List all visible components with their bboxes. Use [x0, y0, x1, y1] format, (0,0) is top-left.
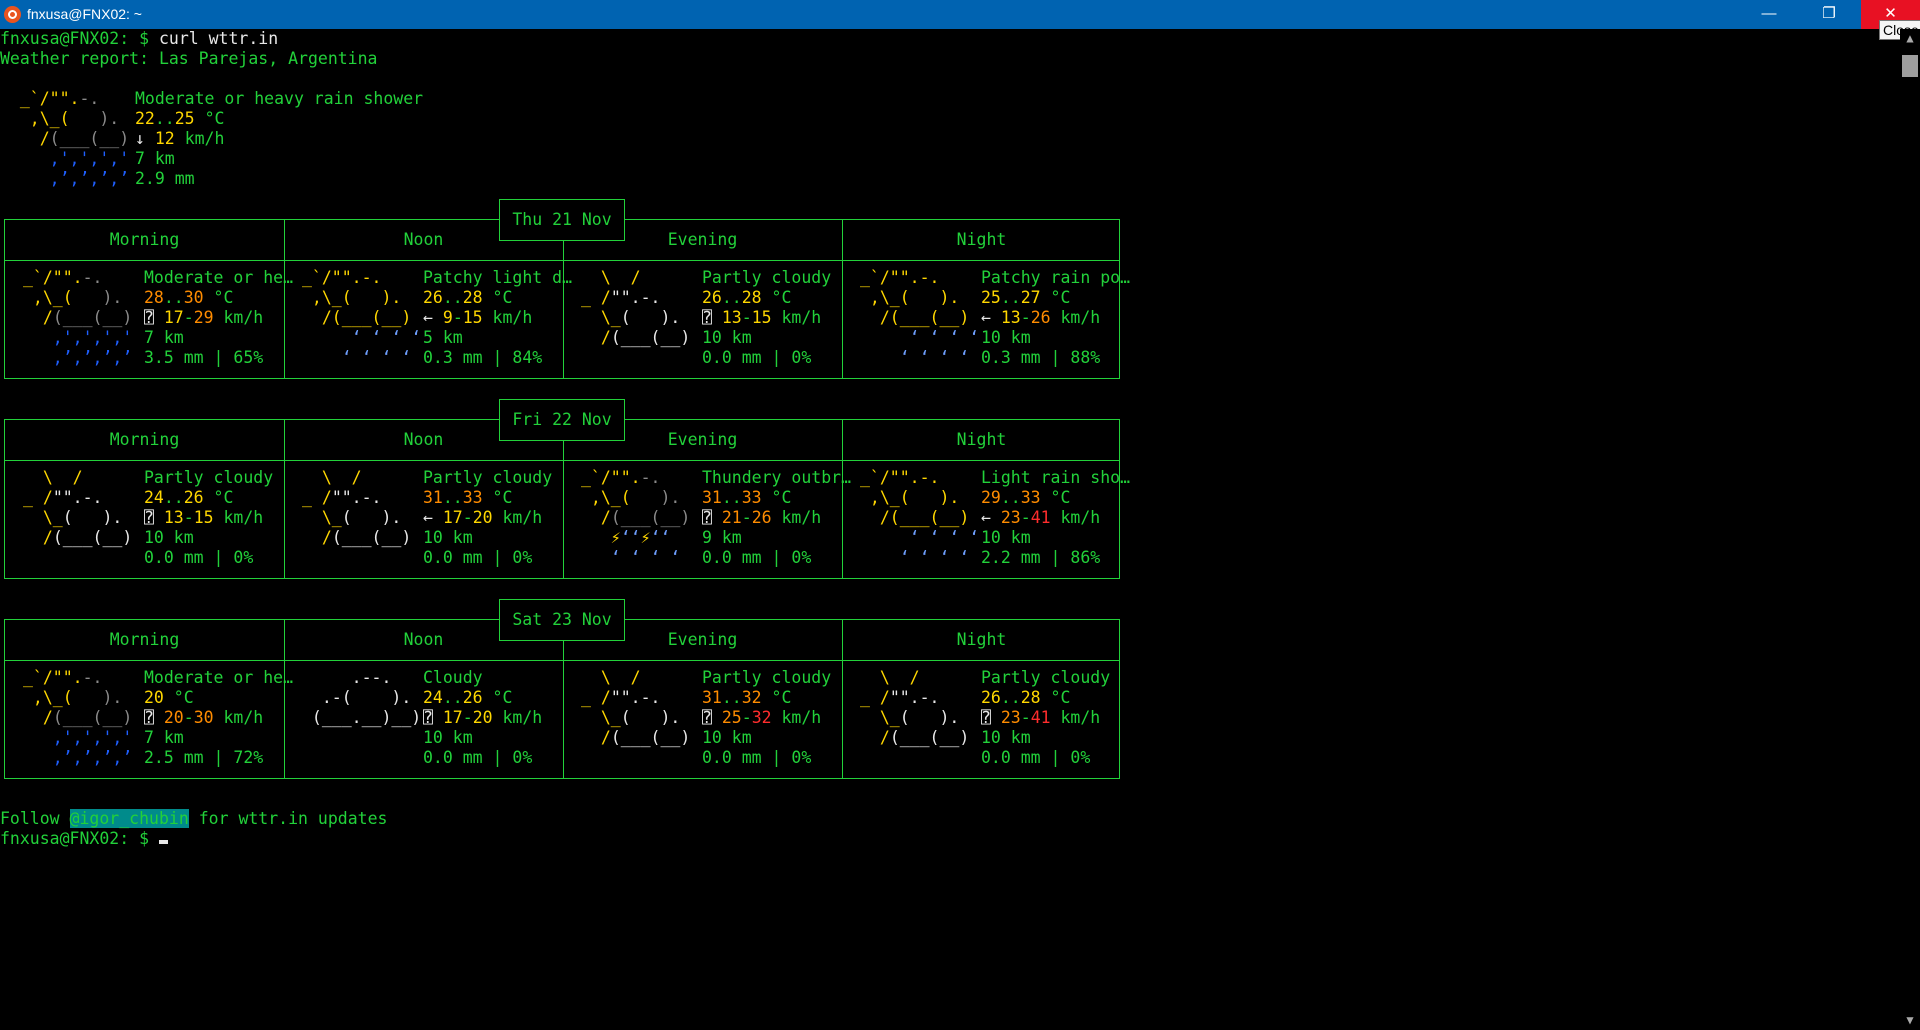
partly-cloudy-art: \ / _ /"".-. \_( ). /(___(__)	[581, 268, 691, 347]
forecast-cell: \ / _ /"".-. \_( ). /(___(__) Partly clo…	[302, 468, 553, 567]
drizzle-art: _`/"".-. ,\_( ). /(___(__) ‘ ‘ ‘ ‘ ‘ ‘ ‘…	[860, 268, 980, 367]
scroll-thumb[interactable]	[1902, 55, 1918, 77]
report-title: Weather report: Las Parejas, Argentina	[0, 49, 378, 68]
partly-cloudy-art: \ / _ /"".-. \_( ). /(___(__)	[860, 668, 970, 747]
forecast-cell: _`/"".-. ,\_( ). /(___(__) ‘ ‘ ‘ ‘ ‘ ‘ ‘…	[302, 268, 573, 367]
drizzle-art: _`/"".-. ,\_( ). /(___(__) ‘ ‘ ‘ ‘ ‘ ‘ ‘…	[860, 468, 980, 567]
period-header: Night	[956, 430, 1007, 449]
current-weather-info: Moderate or heavy rain shower 22..25 °C …	[135, 89, 424, 188]
period-header: Night	[956, 230, 1007, 249]
day-table: Morning Noon Evening Night \ / _ /"".-. …	[4, 419, 1131, 579]
prompt-line[interactable]: fnxusa@FNX02: $	[0, 829, 168, 849]
minimize-button[interactable]: —	[1741, 0, 1797, 29]
forecast-cell: _`/"".-. ,\_( ). /(___(__) ‘ ‘ ‘ ‘ ‘ ‘ ‘…	[860, 468, 1131, 567]
day-label: Thu 21 Nov	[499, 199, 625, 241]
window-title: fnxusa@FNX02: ~	[27, 6, 142, 22]
follow-line: Follow @igor_chubin for wttr.in updates	[0, 809, 388, 828]
prompt: fnxusa@FNX02: $	[0, 29, 150, 48]
thunder-art: _`/"".-. ,\_( ). /(___(__) ⚡‘‘⚡‘‘ ‘ ‘ ‘ …	[581, 468, 691, 567]
vertical-scrollbar[interactable]: ▲ ▼	[1900, 29, 1920, 1030]
text-cursor	[158, 840, 168, 844]
rain-art: _`/"".-. ,\_( ). /(___(__) ‚'‚'‚'‚' ‚’‚’…	[23, 668, 133, 767]
current-precip: 2.9 mm	[135, 169, 195, 188]
current-weather-art: _`/"".-. ,\_( ). /(___(__) ‚'‚'‚'‚' ‚’‚’…	[0, 89, 150, 188]
drizzle-art: _`/"".-. ,\_( ). /(___(__) ‘ ‘ ‘ ‘ ‘ ‘ ‘…	[302, 268, 422, 367]
forecast-cell: _`/"".-. ,\_( ). /(___(__) ⚡‘‘⚡‘‘ ‘ ‘ ‘ …	[581, 468, 852, 567]
title-bar: fnxusa@FNX02: ~ — ❐ ✕	[0, 0, 1920, 29]
maximize-button[interactable]: ❐	[1801, 0, 1857, 29]
forecast-cell: _`/"".-. ,\_( ). /(___(__) ‚'‚'‚'‚' ‚’‚’…	[23, 268, 294, 367]
period-header: Morning	[109, 230, 180, 249]
period-header: Morning	[109, 430, 180, 449]
scroll-down-icon[interactable]: ▼	[1900, 1013, 1920, 1027]
current-visibility: 7 km	[135, 149, 175, 168]
twitter-handle[interactable]: @igor_chubin	[69, 809, 189, 828]
day-table: Morning Noon Evening Night _`/"".-. ,\_(…	[4, 219, 1131, 379]
prompt: fnxusa@FNX02: $	[0, 829, 150, 848]
partly-cloudy-art: \ / _ /"".-. \_( ). /(___(__)	[581, 668, 691, 747]
partly-cloudy-art: \ / _ /"".-. \_( ). /(___(__)	[302, 468, 412, 547]
terminal[interactable]: fnxusa@FNX02: $ curl wttr.in Weather rep…	[0, 29, 1900, 1030]
forecast-cell: _`/"".-. ,\_( ). /(___(__) ‘ ‘ ‘ ‘ ‘ ‘ ‘…	[860, 268, 1131, 367]
forecast-cell: \ / _ /"".-. \_( ). /(___(__) Partly clo…	[23, 468, 274, 567]
period-header: Night	[956, 630, 1007, 649]
cloud-art: .--. .-( ). (___.__)__)	[302, 668, 422, 727]
current-condition: Moderate or heavy rain shower	[135, 89, 424, 108]
ubuntu-icon	[4, 6, 21, 23]
forecast-cell: \ / _ /"".-. \_( ). /(___(__) Partly clo…	[581, 268, 832, 367]
command-text: curl wttr.in	[158, 29, 279, 48]
partly-cloudy-art: \ / _ /"".-. \_( ). /(___(__)	[23, 468, 133, 547]
forecast-cell: .--. .-( ). (___.__)__) Cloudy 24..26 °C…	[302, 668, 543, 767]
period-header: Morning	[109, 630, 180, 649]
forecast-cell: _`/"".-. ,\_( ). /(___(__) ‚'‚'‚'‚' ‚’‚’…	[23, 668, 294, 767]
day-label: Fri 22 Nov	[499, 399, 625, 441]
rain-art: _`/"".-. ,\_( ). /(___(__) ‚'‚'‚'‚' ‚’‚’…	[23, 268, 133, 367]
scroll-up-icon[interactable]: ▲	[1900, 31, 1920, 45]
forecast-cell: \ / _ /"".-. \_( ). /(___(__) Partly clo…	[860, 668, 1111, 767]
day-table: Morning Noon Evening Night _`/"".-. ,\_(…	[4, 619, 1120, 779]
day-label: Sat 23 Nov	[499, 599, 625, 641]
forecast-cell: \ / _ /"".-. \_( ). /(___(__) Partly clo…	[581, 668, 832, 767]
command-line: fnxusa@FNX02: $ curl wttr.in	[0, 29, 278, 49]
